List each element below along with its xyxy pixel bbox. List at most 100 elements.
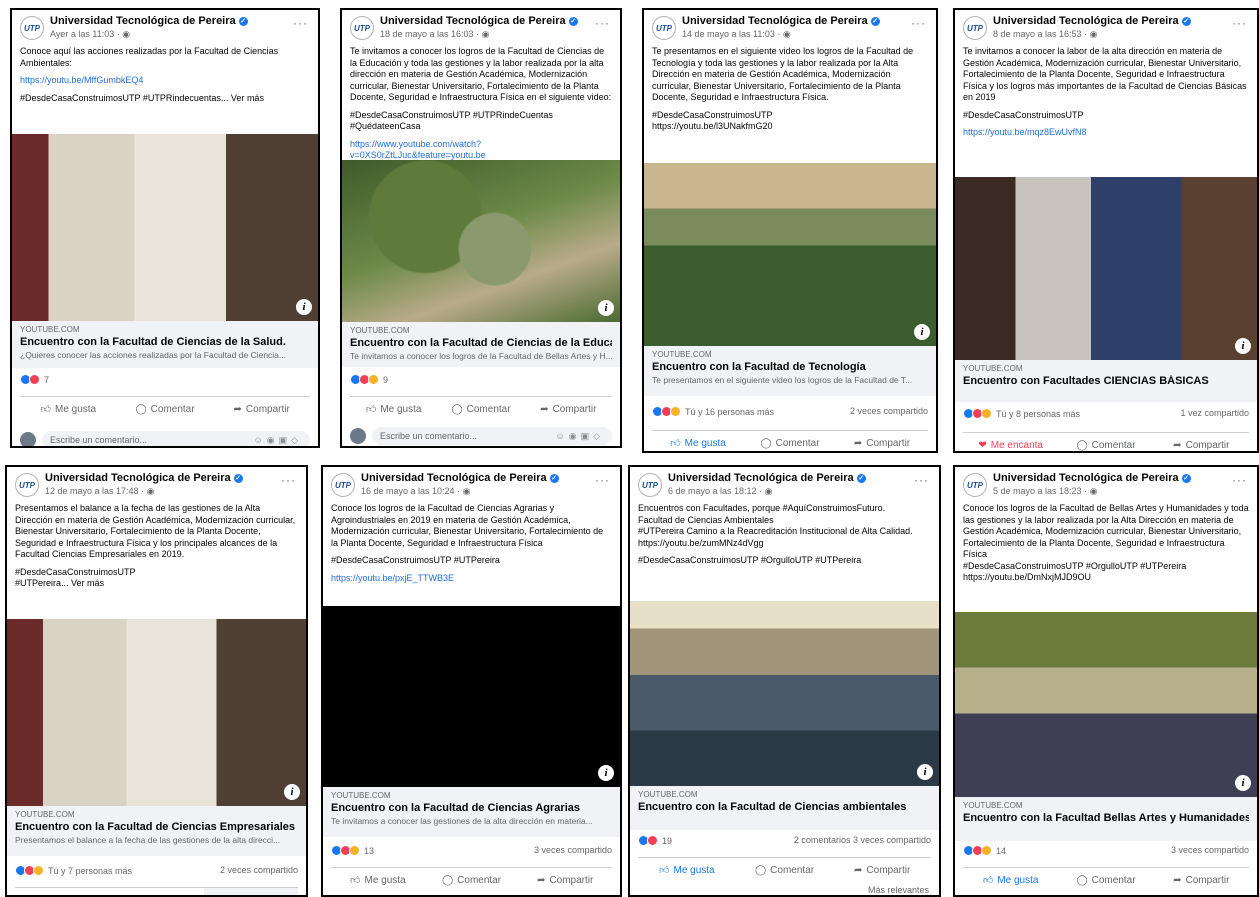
info-icon[interactable]: i <box>284 784 300 800</box>
info-icon[interactable]: i <box>1235 338 1251 354</box>
reaction-summary[interactable]: 9 <box>350 374 612 390</box>
share-button[interactable]: ➦Compartir <box>1154 433 1249 451</box>
post-timestamp[interactable]: 5 de mayo a las 18:23 · ◉ <box>993 486 1097 497</box>
more-options-icon[interactable]: ··· <box>1232 473 1247 487</box>
like-button[interactable]: 👍︎Me gusta <box>15 888 109 896</box>
share-count[interactable]: 2 comentarios 3 veces compartido <box>794 835 931 845</box>
share-button[interactable]: ➦Compartir <box>203 888 298 895</box>
link-preview-image[interactable]: i <box>955 177 1257 360</box>
page-avatar[interactable]: UTP <box>638 473 662 497</box>
link-preview-image[interactable]: i <box>342 160 620 322</box>
share-count[interactable]: 3 veces compartido <box>1171 845 1249 855</box>
like-button[interactable]: 👍︎Me gusta <box>20 397 117 421</box>
comment-input[interactable]: Escribe un comentario... ☺◉▣◇ <box>372 427 612 445</box>
reaction-summary[interactable]: 13 3 veces compartido <box>331 845 612 861</box>
post-timestamp[interactable]: 16 de mayo a las 10:24 · ◉ <box>361 486 470 497</box>
post-timestamp[interactable]: 8 de mayo a las 16:53 · ◉ <box>993 29 1097 40</box>
page-avatar[interactable]: UTP <box>652 16 676 40</box>
post-text-line[interactable]: https://youtu.be/pxjE_TTWB3E <box>331 573 612 585</box>
info-icon[interactable]: i <box>598 765 614 781</box>
page-avatar[interactable]: UTP <box>350 16 374 40</box>
page-avatar[interactable]: UTP <box>963 16 987 40</box>
more-options-icon[interactable]: ··· <box>595 16 610 30</box>
info-icon[interactable]: i <box>917 764 933 780</box>
comment-input[interactable]: Escribe un comentario... ☺◉▣◇ <box>42 431 310 446</box>
page-name[interactable]: Universidad Tecnológica de Pereira ✓ <box>993 15 1191 27</box>
share-button[interactable]: ➦Compartir <box>518 868 612 892</box>
reaction-summary[interactable]: 14 3 veces compartido <box>963 845 1249 861</box>
info-icon[interactable]: i <box>914 324 930 340</box>
page-name[interactable]: Universidad Tecnológica de Pereira ✓ <box>380 15 578 27</box>
post-timestamp[interactable]: 18 de mayo a las 16:03 · ◉ <box>380 29 489 40</box>
link-preview-meta[interactable]: YOUTUBE.COM Encuentro con la Facultad de … <box>644 346 936 396</box>
more-options-icon[interactable]: ··· <box>595 473 610 487</box>
link-preview-meta[interactable]: YOUTUBE.COM Encuentro con la Facultad de … <box>630 786 939 830</box>
more-options-icon[interactable]: ··· <box>293 16 308 30</box>
like-button[interactable]: 👍︎Me gusta <box>652 431 744 451</box>
comment-button[interactable]: ◯Comentar <box>437 397 524 421</box>
like-button[interactable]: 👍︎Me gusta <box>331 868 425 892</box>
emoji-icons[interactable]: ☺◉▣◇ <box>556 427 604 445</box>
page-avatar[interactable]: UTP <box>20 16 44 40</box>
reaction-summary[interactable]: Tú y 7 personas más 2 veces compartido <box>15 865 298 881</box>
link-preview-image[interactable]: i <box>644 163 936 346</box>
page-avatar[interactable]: UTP <box>963 473 987 497</box>
comment-button[interactable]: ◯Comentar <box>744 431 836 451</box>
like-button[interactable]: 👍︎Me gusta <box>350 397 437 421</box>
page-name[interactable]: Universidad Tecnológica de Pereira ✓ <box>668 472 866 484</box>
page-name[interactable]: Universidad Tecnológica de Pereira ✓ <box>682 15 880 27</box>
share-button[interactable]: ➦Compartir <box>836 431 928 451</box>
link-preview-meta[interactable]: YOUTUBE.COM Encuentro con la Facultad de … <box>7 806 306 856</box>
like-button[interactable]: ❤ Me encanta <box>963 433 1058 451</box>
page-name[interactable]: Universidad Tecnológica de Pereira ✓ <box>50 15 248 27</box>
like-button[interactable]: 👍︎Me gusta <box>963 868 1058 892</box>
link-preview-meta[interactable]: YOUTUBE.COM Encuentro con la Facultad de … <box>342 322 620 367</box>
page-name[interactable]: Universidad Tecnológica de Pereira ✓ <box>361 472 559 484</box>
info-icon[interactable]: i <box>296 299 312 315</box>
reaction-summary[interactable]: 7 <box>20 374 310 390</box>
link-preview-image[interactable]: i <box>630 601 939 786</box>
link-preview-image[interactable]: i <box>323 606 620 787</box>
link-preview-meta[interactable]: YOUTUBE.COM Encuentro con la Facultad de … <box>12 321 318 368</box>
share-count[interactable]: 1 vez compartido <box>1180 408 1249 418</box>
page-name[interactable]: Universidad Tecnológica de Pereira ✓ <box>993 472 1191 484</box>
reaction-summary[interactable]: 19 2 comentarios 3 veces compartido <box>638 835 931 851</box>
link-preview-meta[interactable]: YOUTUBE.COM Encuentro con la Facultad Bel… <box>955 797 1257 841</box>
page-name[interactable]: Universidad Tecnológica de Pereira ✓ <box>45 472 243 484</box>
post-text-line[interactable]: https://youtu.be/MffGumbkEQ4 <box>20 75 310 87</box>
reaction-summary[interactable]: Tú y 8 personas más 1 vez compartido <box>963 408 1249 424</box>
link-preview-meta[interactable]: YOUTUBE.COM Encuentro con la Facultad de … <box>323 787 620 837</box>
share-button[interactable]: ➦Compartir <box>525 397 612 421</box>
link-preview-image[interactable]: i <box>7 619 306 806</box>
comment-button[interactable]: ◯Comentar <box>117 397 214 421</box>
link-preview-image[interactable]: i <box>955 612 1257 797</box>
info-icon[interactable]: i <box>598 300 614 316</box>
more-options-icon[interactable]: ··· <box>914 473 929 487</box>
page-avatar[interactable]: UTP <box>331 473 355 497</box>
share-count[interactable]: 2 veces compartido <box>220 865 298 875</box>
post-timestamp[interactable]: Ayer a las 11:03 · ◉ <box>50 29 130 40</box>
share-button[interactable]: ➦Compartir <box>1154 868 1249 892</box>
more-options-icon[interactable]: ··· <box>911 16 926 30</box>
share-button[interactable]: ➦Compartir <box>213 397 310 421</box>
post-text-line[interactable]: https://youtu.be/mqz8EwUvfN8 <box>963 127 1249 139</box>
share-button[interactable]: ➦Compartir <box>833 858 931 882</box>
link-preview-image[interactable]: i <box>12 134 318 321</box>
comment-button[interactable]: ◯Comentar <box>425 868 519 892</box>
more-options-icon[interactable]: ··· <box>1232 16 1247 30</box>
share-count[interactable]: 3 veces compartido <box>534 845 612 855</box>
comment-button[interactable]: ◯Comentar <box>1058 433 1153 451</box>
post-timestamp[interactable]: 14 de mayo a las 11:03 · ◉ <box>682 29 791 40</box>
post-timestamp[interactable]: 6 de mayo a las 18:12 · ◉ <box>668 486 772 497</box>
comment-button[interactable]: ◯Comentar <box>1058 868 1153 892</box>
info-icon[interactable]: i <box>1235 775 1251 791</box>
emoji-icons[interactable]: ☺◉▣◇ <box>254 431 302 446</box>
more-options-icon[interactable]: ··· <box>281 473 296 487</box>
comment-button[interactable]: ◯Comentar <box>736 858 834 882</box>
comment-button[interactable]: ◯Comentar <box>109 888 203 896</box>
post-text-line[interactable]: https://www.youtube.com/watch?v=0XS0rZtL… <box>350 139 612 162</box>
share-count[interactable]: 2 veces compartido <box>850 406 928 416</box>
like-button[interactable]: 👍︎Me gusta <box>638 858 736 882</box>
post-timestamp[interactable]: 12 de mayo a las 17:48 · ◉ <box>45 486 154 497</box>
reaction-summary[interactable]: Tú y 16 personas más 2 veces compartido <box>652 406 928 422</box>
